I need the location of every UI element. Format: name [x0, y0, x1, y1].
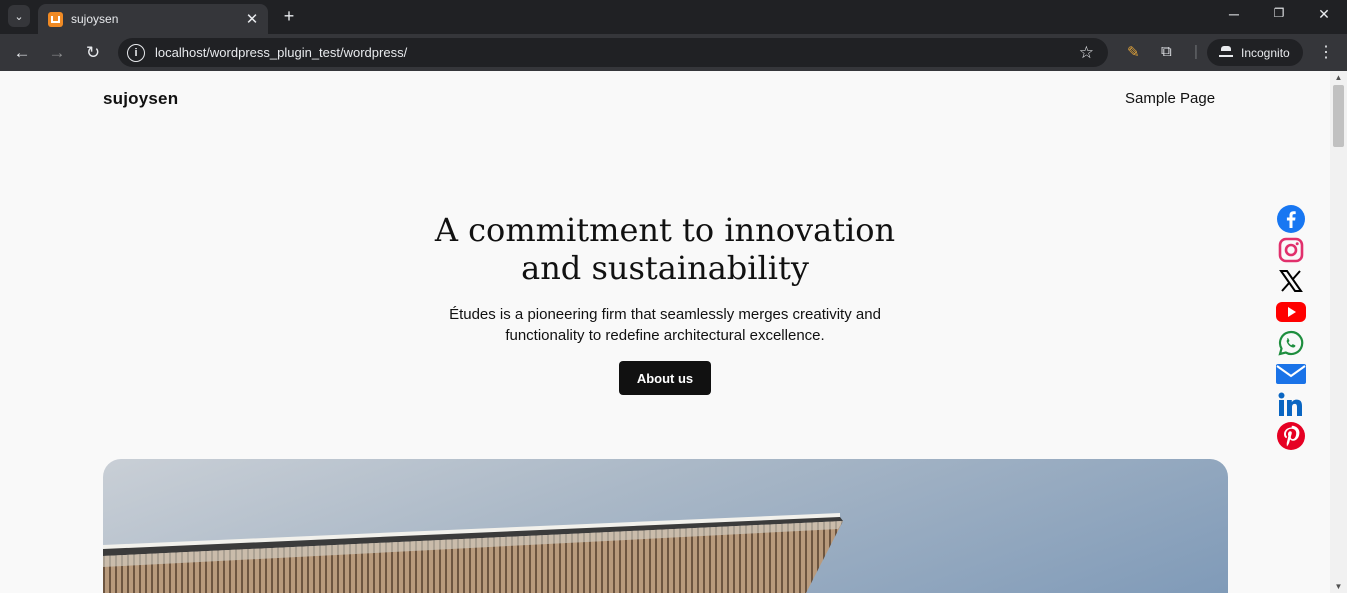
site-info-icon[interactable]: i — [127, 43, 145, 62]
restore-button[interactable]: ❐ — [1269, 6, 1289, 20]
scroll-down-arrow-icon[interactable]: ▼ — [1330, 582, 1347, 591]
url-text[interactable]: localhost/wordpress_plugin_test/wordpres… — [155, 45, 1079, 60]
extensions-icon[interactable]: ⧉ — [1161, 43, 1172, 60]
hero-description-line1: Études is a pioneering firm that seamles… — [449, 306, 881, 323]
email-icon[interactable] — [1275, 360, 1307, 388]
minimize-button[interactable]: ─ — [1224, 6, 1244, 22]
xampp-favicon-icon — [48, 11, 63, 27]
instagram-icon[interactable] — [1275, 236, 1307, 264]
back-button[interactable]: ← — [11, 42, 33, 64]
close-tab-icon[interactable]: ✕ — [242, 10, 262, 28]
incognito-icon — [1219, 45, 1233, 57]
forward-button[interactable]: → — [46, 42, 68, 64]
close-window-button[interactable]: ✕ — [1314, 6, 1334, 23]
building-roof-graphic — [103, 513, 843, 593]
hero-heading-line1: A commitment to innovation — [434, 211, 896, 249]
incognito-label: Incognito — [1241, 45, 1290, 60]
active-tab[interactable]: sujoysen ✕ — [38, 4, 268, 34]
bookmark-star-icon[interactable]: ☆ — [1079, 43, 1094, 63]
linkedin-icon[interactable] — [1275, 391, 1307, 419]
site-title[interactable]: sujoysen — [103, 89, 178, 109]
about-us-button[interactable]: About us — [619, 361, 711, 395]
hero-heading-line2: and sustainability — [521, 249, 809, 287]
browser-toolbar: ← → ↻ i localhost/wordpress_plugin_test/… — [0, 34, 1347, 71]
scroll-up-arrow-icon[interactable]: ▲ — [1330, 73, 1347, 82]
toolbar-divider: | — [1194, 43, 1198, 60]
nav-link-sample-page[interactable]: Sample Page — [1125, 90, 1215, 107]
tab-title: sujoysen — [71, 12, 119, 26]
hero-description: Études is a pioneering firm that seamles… — [330, 304, 1000, 346]
youtube-icon[interactable] — [1275, 298, 1307, 326]
new-tab-button[interactable]: + — [279, 6, 299, 27]
architecture-photo — [103, 459, 1228, 593]
browser-menu-icon[interactable]: ⋮ — [1316, 42, 1336, 62]
address-bar[interactable]: i localhost/wordpress_plugin_test/wordpr… — [118, 38, 1108, 67]
incognito-badge[interactable]: Incognito — [1207, 39, 1303, 66]
whatsapp-icon[interactable] — [1275, 329, 1307, 357]
scrollbar-thumb[interactable] — [1333, 85, 1344, 147]
web-page: sujoysen Sample Page A commitment to inn… — [0, 71, 1330, 593]
page-scrollbar[interactable]: ▲ ▼ — [1330, 71, 1347, 593]
pinterest-icon[interactable] — [1275, 422, 1307, 450]
reload-button[interactable]: ↻ — [82, 42, 104, 64]
hero-heading: A commitment to innovation and sustainab… — [330, 211, 1000, 287]
x-icon[interactable] — [1275, 267, 1307, 295]
pen-extension-icon[interactable]: ✎ — [1127, 43, 1140, 61]
hero-description-line2: functionality to redefine architectural … — [505, 327, 825, 344]
facebook-icon[interactable] — [1275, 205, 1307, 233]
tab-strip: ⌄ sujoysen ✕ + ─ ❐ ✕ — [0, 0, 1347, 34]
tab-search-button[interactable]: ⌄ — [8, 5, 30, 27]
